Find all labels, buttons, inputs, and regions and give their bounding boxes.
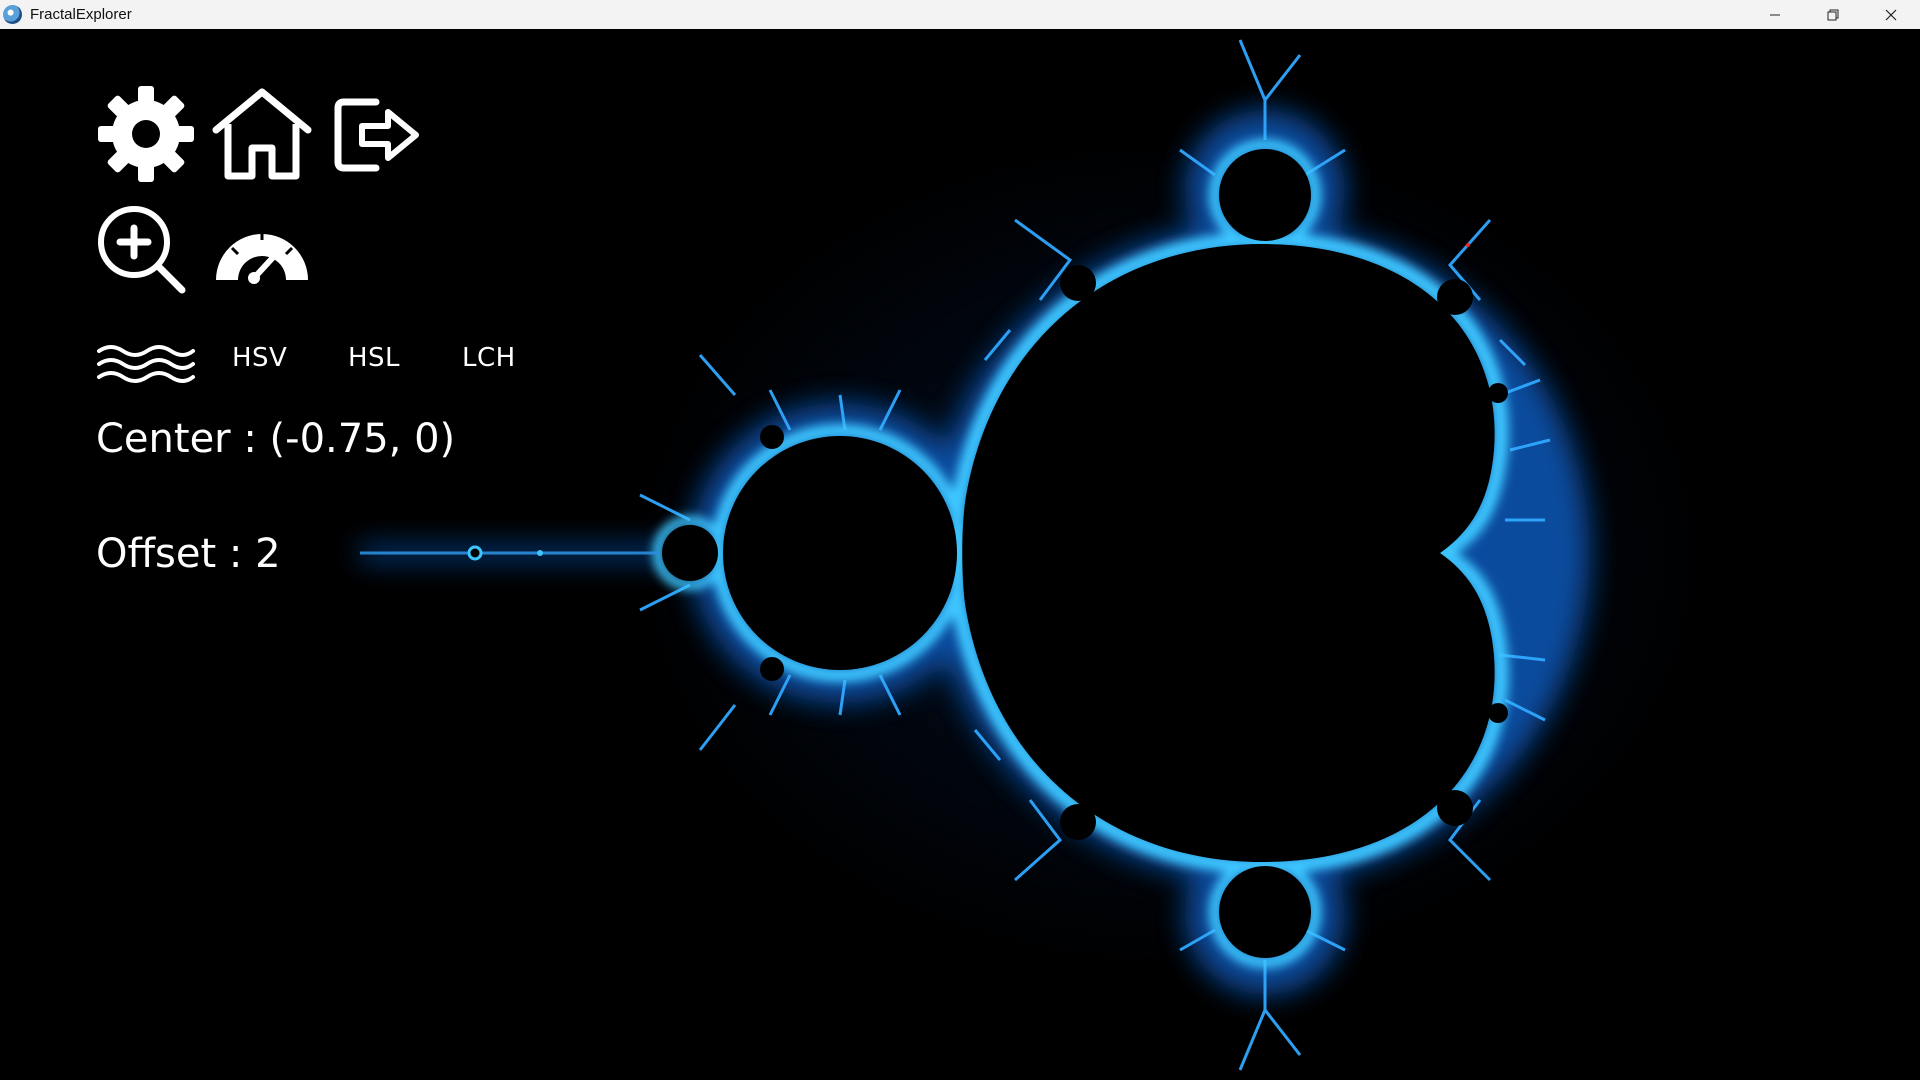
speedometer-icon [216, 232, 308, 284]
close-button[interactable] [1862, 0, 1920, 29]
zoom-button[interactable] [96, 204, 188, 296]
hsv-mode-button[interactable]: HSV [232, 343, 287, 373]
settings-button[interactable] [96, 84, 196, 184]
home-button[interactable] [212, 86, 312, 182]
offset-readout: Offset : 2 [96, 531, 281, 577]
mandelbrot-set-body [662, 149, 1508, 958]
fractal-explorer-window: FractalExplorer HSV HSL LCH Center: (-0… [0, 0, 1920, 1080]
app-logo-icon [3, 5, 22, 24]
restore-button[interactable] [1804, 0, 1862, 29]
red-marker [1466, 243, 1470, 247]
hsl-mode-button[interactable]: HSL [348, 343, 400, 373]
minimize-button[interactable] [1746, 0, 1804, 29]
window-controls [1746, 0, 1920, 29]
zoom-in-icon [98, 206, 186, 294]
home-icon [212, 88, 312, 180]
gear-icon [98, 86, 194, 182]
window-title: FractalExplorer [30, 6, 132, 23]
waves-button[interactable] [96, 343, 196, 385]
control-overlay: HSV HSL LCH Center : (-0.75, 0) Offset :… [0, 0, 600, 1080]
close-icon [1885, 9, 1897, 20]
title-bar: FractalExplorer [0, 0, 1920, 29]
center-readout: Center : (-0.75, 0) [96, 416, 456, 462]
lch-mode-button[interactable]: LCH [462, 343, 516, 373]
waves-icon [97, 345, 195, 383]
minimize-icon [1770, 14, 1780, 15]
exit-icon [334, 98, 419, 172]
exit-button[interactable] [332, 90, 422, 180]
speed-button[interactable] [212, 218, 312, 288]
restore-icon [1827, 9, 1839, 20]
